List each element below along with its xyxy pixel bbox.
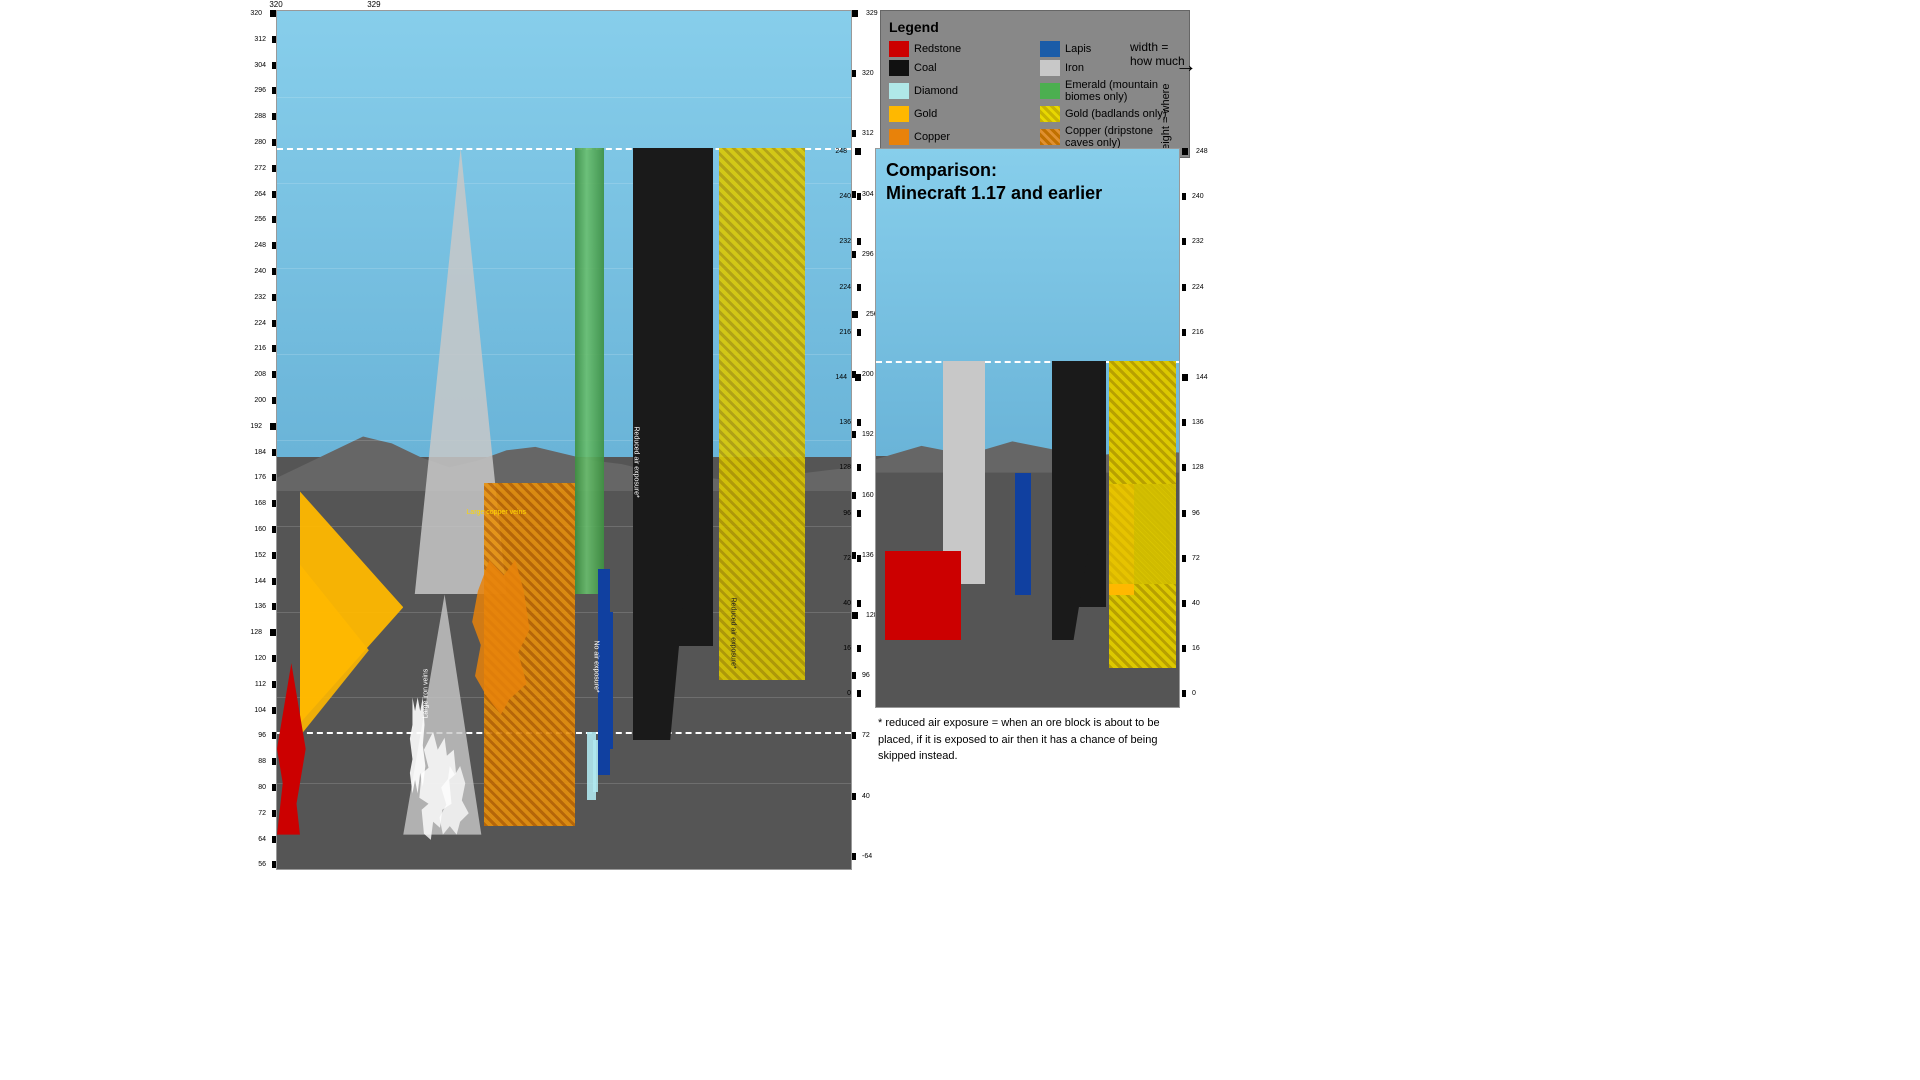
legend-diamond-label: Diamond <box>914 85 958 97</box>
comp-left-ruler: 248 240 232 224 216 144 136 128 96 72 40… <box>843 148 861 713</box>
footnote: * reduced air exposure = when an ore blo… <box>878 715 1178 765</box>
reduced-air-label-2: Reduced air exposure* <box>730 598 737 669</box>
main-chart: Large iron veins Reduced air exposure* L… <box>276 10 852 870</box>
lapis-ore-secondary <box>604 612 613 749</box>
diamond-ore-2 <box>593 740 599 791</box>
copper-dripstone-color <box>1040 129 1060 145</box>
diamond-color <box>889 83 909 99</box>
comparison-panel: Comparison: Minecraft 1.17 and earlier <box>875 148 1180 708</box>
gold-badlands-color <box>1040 106 1060 122</box>
comp-lapis <box>1015 473 1030 596</box>
redstone-color <box>889 41 909 57</box>
gold-color <box>889 106 909 122</box>
copper-veins-label: Large copper veins <box>466 509 526 516</box>
legend-item-redstone: Redstone <box>889 41 1030 57</box>
legend-title: Legend <box>889 19 1181 35</box>
emerald-ore <box>575 148 604 594</box>
comparison-title: Comparison: Minecraft 1.17 and earlier <box>886 159 1102 206</box>
copper-color <box>889 129 909 145</box>
legend-box: Legend Redstone Lapis Coal Iron Diamond … <box>880 10 1190 158</box>
coal-color <box>889 60 909 76</box>
left-ruler: 320 312 304 296 288 280 272 264 256 248 … <box>241 10 276 870</box>
legend-coal-label: Coal <box>914 62 937 74</box>
legend-item-coal: Coal <box>889 60 1030 76</box>
legend-item-copper: Copper <box>889 125 1030 149</box>
emerald-color <box>1040 83 1060 99</box>
reduced-air-label: Reduced air exposure* <box>632 426 639 497</box>
comp-redstone <box>885 551 961 640</box>
lapis-color <box>1040 41 1060 57</box>
arrow-right: → <box>1175 52 1197 78</box>
comp-right-ruler: 248 240 232 224 216 144 136 128 96 72 40… <box>1182 148 1202 713</box>
legend-gold-badlands-label: Gold (badlands only) <box>1065 108 1167 120</box>
legend-copper-label: Copper <box>914 131 950 143</box>
legend-item-gold: Gold <box>889 106 1030 122</box>
no-air-label: No air exposure* <box>592 641 599 693</box>
legend-gold-label: Gold <box>914 108 937 120</box>
legend-redstone-label: Redstone <box>914 43 961 55</box>
iron-color <box>1040 60 1060 76</box>
legend-iron-label: Iron <box>1065 62 1084 74</box>
legend-item-diamond: Diamond <box>889 79 1030 103</box>
legend-lapis-label: Lapis <box>1065 43 1091 55</box>
iron-veins-label: Large iron veins <box>423 668 430 718</box>
comp-copper-hat <box>1109 484 1176 584</box>
